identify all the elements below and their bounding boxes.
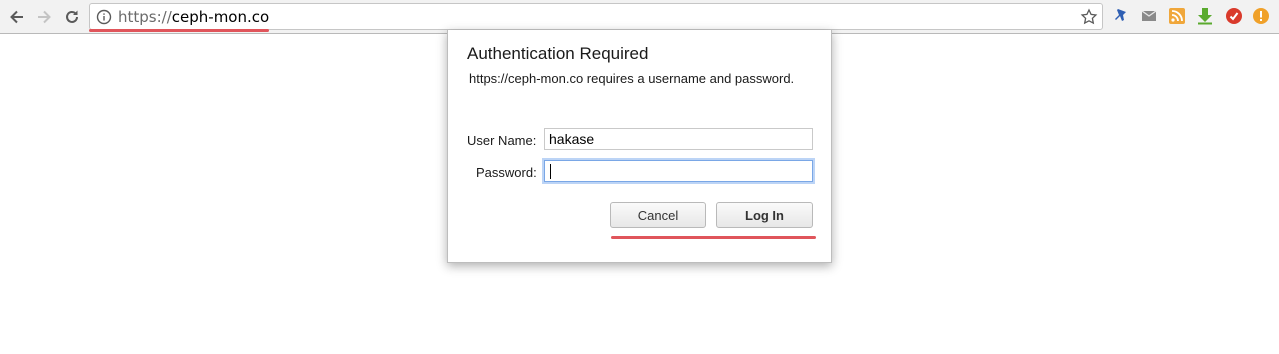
login-button[interactable]: Log In [716, 202, 813, 228]
buttons-highlight-underline [611, 236, 816, 239]
url-text: https://ceph-mon.co [118, 8, 269, 26]
alert-extension-icon[interactable] [1252, 7, 1270, 25]
stop-extension-icon[interactable] [1225, 7, 1243, 25]
url-host: ceph-mon.co [171, 8, 270, 26]
cancel-button[interactable]: Cancel [610, 202, 706, 228]
bookmark-star-icon[interactable] [1080, 8, 1098, 26]
back-icon[interactable] [5, 5, 29, 29]
reload-icon[interactable] [60, 5, 84, 29]
download-extension-icon[interactable] [1196, 7, 1214, 25]
password-input[interactable] [544, 160, 813, 182]
dialog-title: Authentication Required [467, 44, 649, 63]
rss-extension-icon[interactable] [1168, 7, 1186, 25]
url-scheme: https:// [118, 8, 172, 26]
username-input[interactable]: hakase [544, 128, 813, 150]
address-bar[interactable]: https://ceph-mon.co [89, 3, 1103, 30]
info-icon[interactable] [96, 9, 112, 25]
auth-dialog: Authentication Required https://ceph-mon… [447, 30, 832, 263]
forward-icon[interactable] [32, 5, 56, 29]
pin-extension-icon[interactable] [1112, 7, 1130, 25]
password-label: Password: [476, 165, 537, 180]
url-highlight-underline [89, 29, 269, 32]
dialog-message: https://ceph-mon.co requires a username … [469, 71, 795, 86]
username-label: User Name: [467, 133, 537, 148]
mail-extension-icon[interactable] [1140, 7, 1158, 25]
browser-toolbar: https://ceph-mon.co [0, 0, 1279, 34]
text-caret [550, 164, 551, 179]
